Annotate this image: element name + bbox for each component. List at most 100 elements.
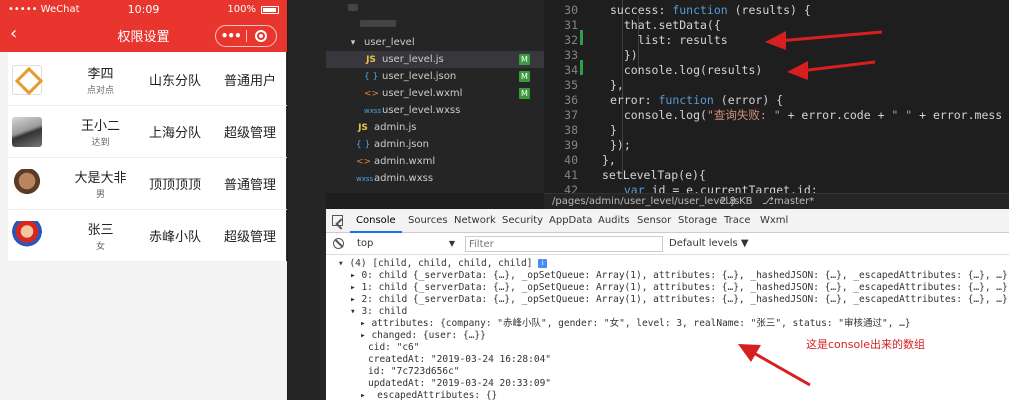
- user-row[interactable]: 王小二 达到 上海分队 超级管理: [8, 106, 287, 158]
- code-line: 31 that.setData({: [544, 18, 1009, 33]
- console-line[interactable]: ▸ 2: child {_serverData: {…}, _opSetQueu…: [350, 294, 1008, 306]
- console-line[interactable]: ▾ (4) [child, child, child, child] i: [338, 258, 548, 270]
- folder-user-level[interactable]: ▾ user_level: [326, 34, 544, 51]
- inspect-element-icon[interactable]: [332, 215, 343, 226]
- close-mini-program-button[interactable]: [247, 30, 277, 42]
- landscape-avatar: [12, 116, 42, 147]
- user-row[interactable]: 李四 点对点 山东分队 普通用户: [8, 54, 287, 106]
- json-file-icon: { }: [364, 72, 379, 82]
- editor-status-bar: /pages/admin/user_level/user_level.js 2.…: [544, 193, 1009, 209]
- file-user-level-wxml[interactable]: <> user_level.wxml M: [326, 85, 544, 102]
- tab-appdata[interactable]: AppData: [549, 209, 592, 233]
- code-text: list: results: [610, 33, 728, 47]
- wxml-file-icon: <>: [356, 157, 372, 167]
- tab-audits[interactable]: Audits: [598, 209, 629, 233]
- wxml-file-icon: <>: [364, 89, 380, 99]
- tab-security[interactable]: Security: [502, 209, 543, 233]
- line-number: 36: [564, 93, 578, 107]
- folder-icon: ▾: [350, 38, 356, 48]
- code-text: error: function (error) {: [610, 93, 784, 107]
- file-user-level-wxss[interactable]: wxssuser_level.wxss: [326, 102, 544, 119]
- user-name: 王小二: [80, 119, 120, 134]
- file-user-level-js[interactable]: JS user_level.js M: [326, 51, 544, 68]
- user-role[interactable]: 普通管理: [213, 174, 287, 193]
- console-line[interactable]: ▸ _escapedAttributes: {}: [360, 390, 497, 400]
- filter-input[interactable]: [465, 236, 663, 252]
- devtools-tabbar: Console Sources Network Security AppData…: [326, 209, 1009, 233]
- user-name-block: 大是大非 男: [72, 167, 129, 200]
- more-menu-icon[interactable]: •••: [216, 29, 246, 43]
- tab-wxml[interactable]: Wxml: [760, 209, 788, 233]
- json-file-icon: { }: [356, 140, 371, 150]
- phone-simulator: ••••• WeChat 10:09 100% ‹ 权限设置 ••• 李四 点对…: [0, 0, 287, 400]
- user-name: 李四: [87, 67, 114, 82]
- file-label: admin.js: [374, 122, 417, 133]
- user-name: 张三: [87, 223, 114, 238]
- wechat-header: ••••• WeChat 10:09 100% ‹ 权限设置 •••: [0, 0, 287, 52]
- console-line[interactable]: ▸ changed: {user: {…}}: [360, 330, 486, 342]
- code-text: success: function (results) {: [610, 3, 811, 17]
- tab-sources[interactable]: Sources: [408, 209, 448, 233]
- clear-console-icon[interactable]: [333, 238, 344, 249]
- user-subtitle: 点对点: [86, 86, 114, 96]
- code-line: 36 error: function (error) {: [544, 93, 1009, 108]
- line-number: 34: [564, 63, 578, 77]
- git-branch[interactable]: master*: [774, 194, 814, 210]
- console-text: ▾ (4) [child, child, child, child]: [338, 258, 533, 269]
- user-row[interactable]: 张三 女 赤峰小队 超级管理: [8, 210, 287, 262]
- context-value: top: [357, 238, 374, 249]
- file-label: admin.json: [374, 139, 429, 150]
- log-levels-dropdown[interactable]: Default levels ▼: [669, 236, 749, 252]
- user-subtitle: 女: [95, 242, 105, 252]
- console-line[interactable]: ▸ attributes: {company: "赤峰小队", gender: …: [360, 318, 911, 330]
- user-subtitle: 男: [95, 190, 105, 200]
- file-label: user_level: [364, 37, 415, 48]
- user-role[interactable]: 普通用户: [213, 70, 287, 89]
- modified-badge: M: [519, 54, 530, 65]
- tab-trace[interactable]: Trace: [724, 209, 751, 233]
- code-editor[interactable]: 30 success: function (results) { 31 that.…: [544, 0, 1009, 193]
- user-role[interactable]: 超级管理: [213, 226, 287, 245]
- battery-icon: [261, 5, 279, 14]
- user-team: 顶顶顶顶: [148, 178, 201, 193]
- user-role[interactable]: 超级管理: [213, 122, 287, 141]
- tab-console[interactable]: Console: [350, 209, 402, 233]
- file-admin-wxml[interactable]: <> admin.wxml: [326, 153, 544, 170]
- context-select[interactable]: top ▼: [354, 236, 458, 252]
- tab-sensor[interactable]: Sensor: [637, 209, 671, 233]
- company-logo-avatar: [12, 64, 42, 95]
- code-text: },: [602, 153, 616, 167]
- console-line[interactable]: ▸ 1: child {_serverData: {…}, _opSetQueu…: [350, 282, 1008, 294]
- console-line[interactable]: ▾ 3: child: [350, 306, 407, 318]
- user-row[interactable]: 大是大非 男 顶顶顶顶 普通管理: [8, 158, 287, 210]
- console-line: createdAt: "2019-03-24 16:28:04": [368, 354, 552, 365]
- code-line: 35},: [544, 78, 1009, 93]
- wxss-file-icon: wxss: [364, 107, 382, 115]
- blurred-item: [360, 20, 396, 27]
- line-number: 37: [564, 108, 578, 122]
- wxss-file-icon: wxss: [356, 175, 374, 183]
- tab-network[interactable]: Network: [454, 209, 496, 233]
- battery-percent: 100%: [227, 4, 256, 15]
- file-user-level-json[interactable]: { } user_level.json M: [326, 68, 544, 85]
- git-branch-icon: ⎇: [762, 196, 774, 207]
- target-icon: [255, 30, 268, 42]
- file-admin-js[interactable]: JS admin.js: [326, 119, 544, 136]
- line-number: 32: [564, 33, 578, 47]
- file-label: user_level.js: [382, 54, 444, 65]
- file-label: user_level.wxss: [382, 105, 461, 116]
- file-admin-json[interactable]: { } admin.json: [326, 136, 544, 153]
- user-team: 赤峰小队: [148, 230, 201, 245]
- console-line[interactable]: ▸ 0: child {_serverData: {…}, _opSetQueu…: [350, 270, 1008, 282]
- console-toolbar: top ▼ Default levels ▼: [326, 233, 1009, 255]
- code-text: var id = e.currentTarget.id;: [623, 183, 818, 193]
- user-list: 李四 点对点 山东分队 普通用户 王小二 达到 上海分队 超级管理 大是大非 男…: [8, 54, 287, 262]
- code-line: 34 console.log(results): [544, 63, 1009, 78]
- line-number: 38: [564, 123, 578, 137]
- tab-storage[interactable]: Storage: [678, 209, 717, 233]
- annotation-label: 这是console出来的数组: [806, 338, 926, 351]
- file-admin-wxss[interactable]: wxssadmin.wxss: [326, 170, 544, 187]
- line-number: 42: [564, 183, 578, 193]
- user-team: 上海分队: [148, 126, 201, 141]
- code-line: 33 }): [544, 48, 1009, 63]
